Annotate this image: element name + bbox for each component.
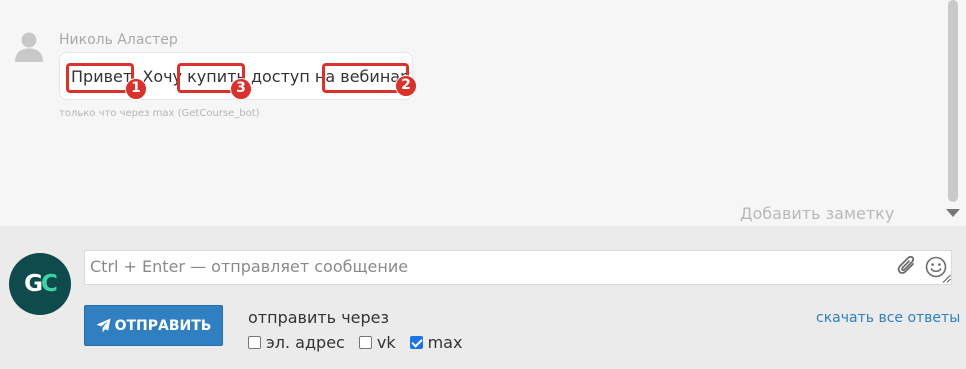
highlight-badge-3: 3: [230, 78, 252, 100]
scrollbar-thumb[interactable]: [948, 0, 958, 202]
channel-options: эл. адрес vk max: [248, 333, 462, 352]
max-checkbox[interactable]: [409, 336, 423, 349]
highlight-box-1: [66, 63, 134, 93]
attach-paperclip-icon[interactable]: [897, 255, 917, 277]
max-checkbox-label: max: [427, 333, 463, 352]
message-composer: [0, 226, 966, 369]
send-button-label: ОТПРАВИТЬ: [114, 317, 212, 334]
message-meta: только что через max (GetCourse_bot): [59, 108, 260, 119]
highlight-badge-2: 2: [395, 75, 417, 97]
message-input[interactable]: [84, 250, 952, 285]
channel-option-email[interactable]: эл. адрес: [248, 333, 345, 352]
add-note-link[interactable]: Добавить заметку: [740, 204, 894, 223]
vk-checkbox-label: vk: [376, 333, 396, 352]
highlight-badge-1: 1: [125, 78, 147, 100]
textarea-resize-grip-icon[interactable]: [942, 274, 951, 283]
scroll-down-arrow-icon[interactable]: [946, 209, 960, 217]
user-avatar-icon: [15, 32, 43, 62]
vk-checkbox[interactable]: [358, 336, 372, 349]
download-all-answers-link[interactable]: скачать все ответы: [816, 310, 960, 326]
chat-history: Николь Аластер Привет. Хочу купить досту…: [0, 0, 966, 226]
channel-option-max[interactable]: max: [409, 333, 463, 352]
send-button[interactable]: ОТПРАВИТЬ: [84, 305, 223, 346]
email-checkbox-label: эл. адрес: [266, 333, 345, 352]
email-checkbox[interactable]: [248, 336, 261, 349]
send-via-label: отправить через: [248, 308, 389, 327]
getcourse-logo: GC: [9, 253, 71, 315]
message-author: Николь Аластер: [59, 32, 178, 48]
chat-scrollbar[interactable]: [941, 0, 966, 226]
paper-plane-icon: [96, 318, 111, 333]
channel-option-vk[interactable]: vk: [358, 333, 396, 352]
